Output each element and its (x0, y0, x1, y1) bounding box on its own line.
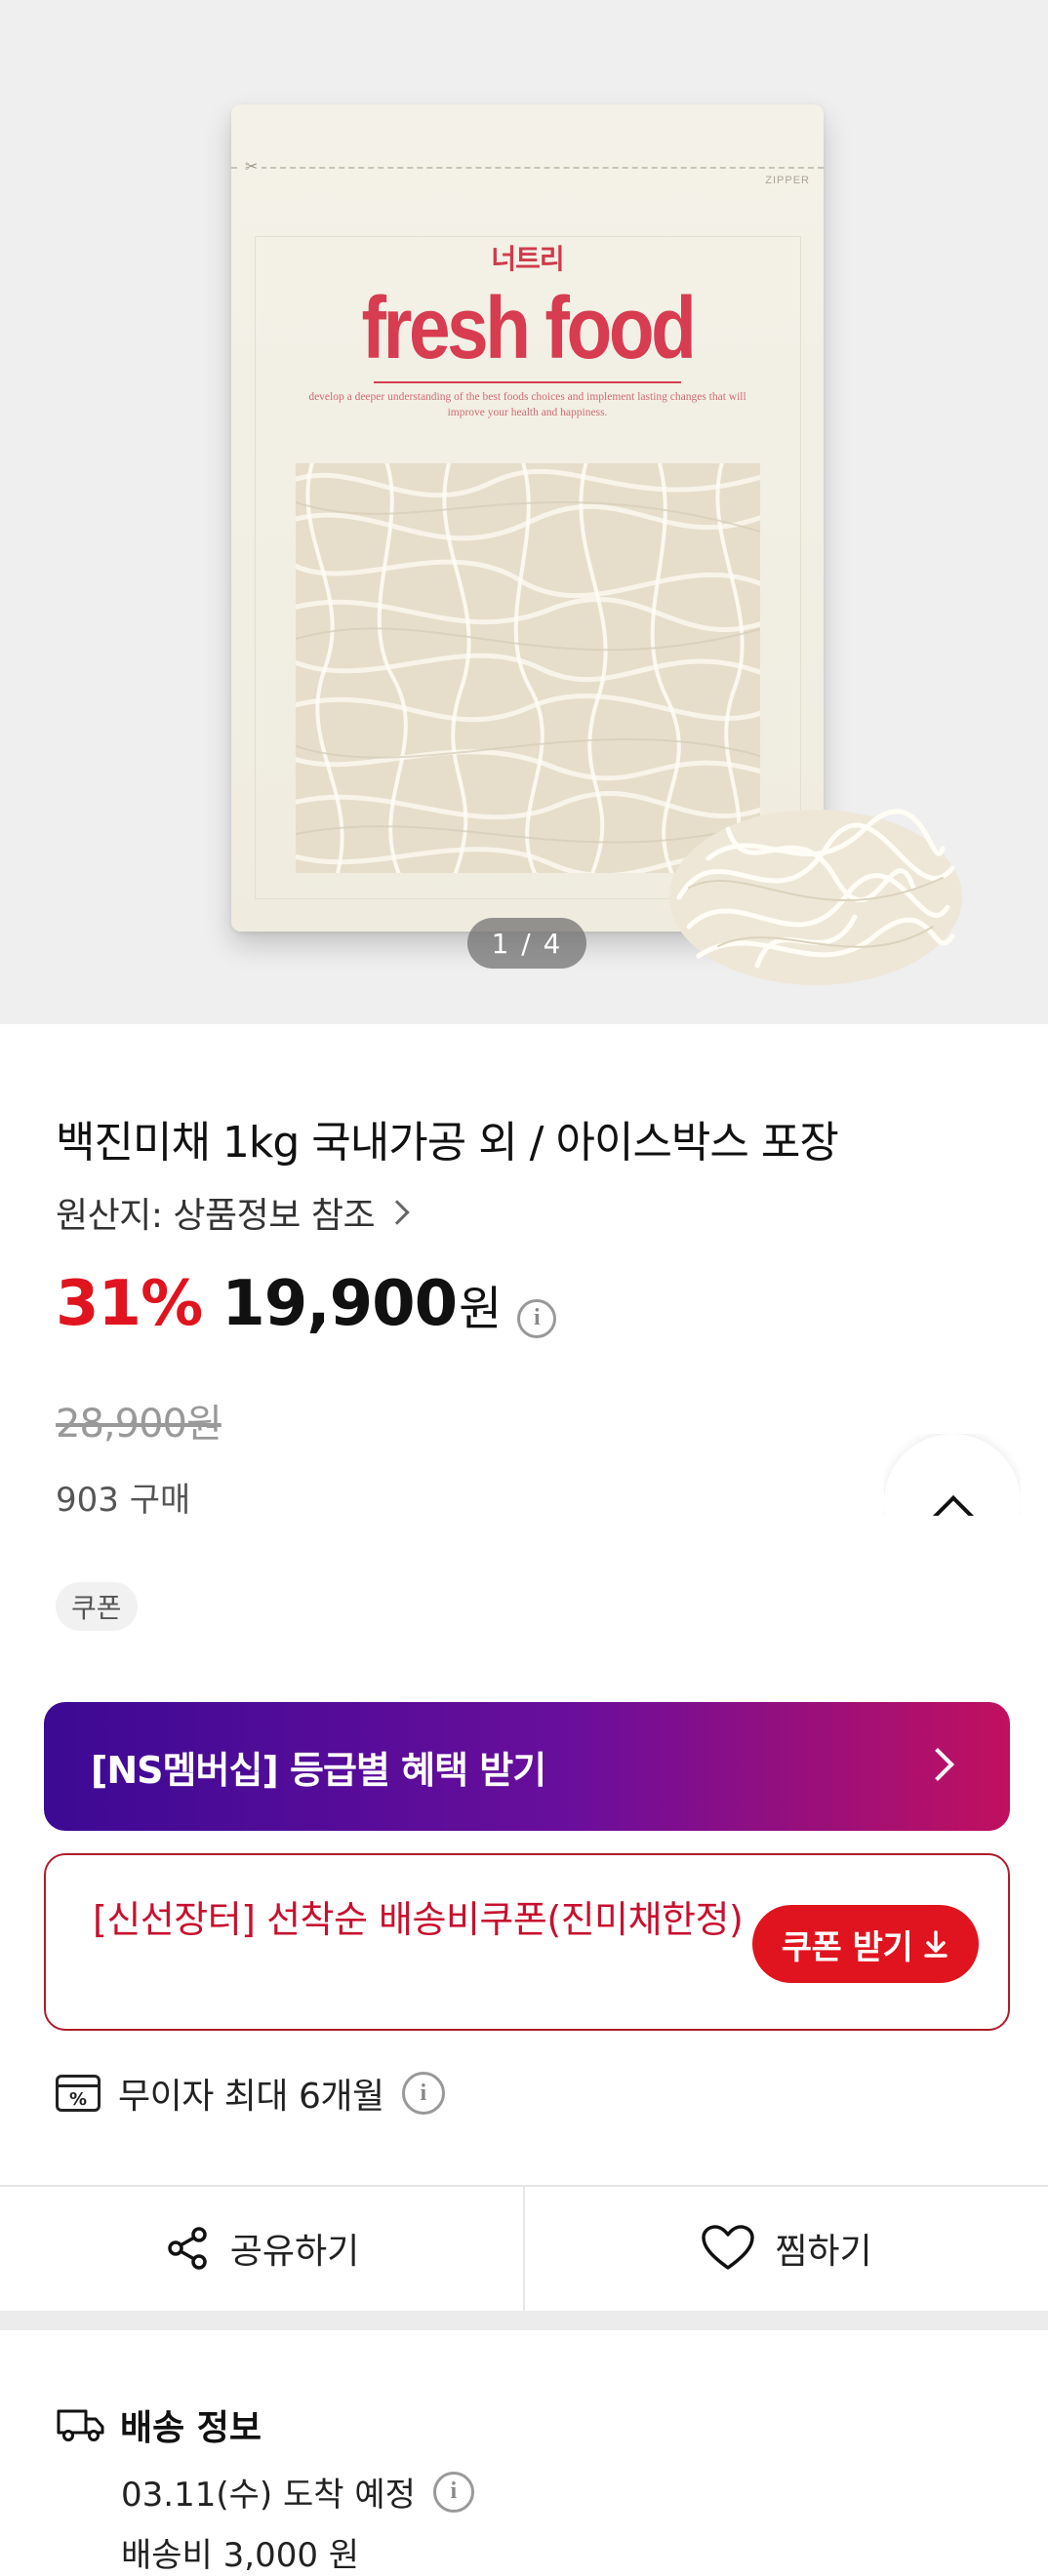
purchase-count: 903 구매 (56, 1481, 191, 1520)
product-image-carousel[interactable]: ✂ ZIPPER 너트리 fresh food develop a deeper… (0, 0, 1048, 1024)
membership-benefit-banner[interactable]: [NS멤버십] 등급별 혜택 받기 (44, 1702, 1010, 1831)
tear-line (231, 167, 824, 169)
share-icon (168, 2227, 207, 2270)
product-title: 백진미채 1kg 국내가공 외 / 아이스박스 포장 (56, 1118, 839, 1168)
share-label: 공유하기 (229, 2232, 360, 2272)
wish-label: 찜하기 (775, 2232, 872, 2272)
chevron-right-icon (921, 1748, 954, 1781)
delivery-heading: 배송 정보 (120, 2408, 262, 2448)
headline-rule (374, 381, 681, 383)
share-button[interactable]: 공유하기 (0, 2186, 523, 2311)
get-coupon-label: 쿠폰 받기 (781, 1927, 913, 1967)
delivery-section-heading: 배송 정보 (56, 2399, 262, 2450)
info-icon[interactable]: i (432, 2471, 474, 2513)
origin-label: 원산지: 상품정보 참조 (56, 1196, 376, 1236)
sale-price: 19,900 (222, 1268, 458, 1340)
truck-icon (57, 2409, 104, 2441)
brand-logo: 너트리 (491, 244, 564, 274)
chevron-right-icon (384, 1200, 410, 1225)
shipping-coupon-text: [신선장터] 선착순 배송비쿠폰(진미채한정) (93, 1898, 744, 1941)
scissor-icon: ✂ (241, 157, 262, 176)
delivery-date-row: 03.11(수) 도착 예정 i (121, 2468, 474, 2516)
image-pager: 1 / 4 (467, 918, 586, 969)
package-headline: fresh food (361, 280, 697, 377)
currency-unit: 원 (459, 1282, 503, 1336)
original-price: 28,900원 (56, 1402, 222, 1447)
download-icon (924, 1930, 947, 1958)
info-icon[interactable]: i (517, 1298, 557, 1338)
installment-label: 무이자 최대 6개월 (118, 2077, 384, 2117)
heart-icon (702, 2225, 755, 2270)
installment-info: % 무이자 최대 6개월 i (56, 2068, 445, 2119)
coupon-chip[interactable]: 쿠폰 (56, 1582, 138, 1631)
card-percent-icon: % (56, 2075, 101, 2112)
get-coupon-button[interactable]: 쿠폰 받기 (752, 1905, 979, 1983)
wish-button[interactable]: 찜하기 (523, 2186, 1048, 2311)
zipper-mark: ZIPPER (765, 175, 810, 186)
delivery-fee: 배송비 3,000 원 (121, 2536, 360, 2575)
scroll-to-top-button[interactable] (884, 1434, 1021, 1516)
noodle-pile-image (669, 809, 962, 985)
section-divider (0, 2311, 1048, 2330)
package-tagline: develop a deeper understanding of the be… (308, 391, 746, 418)
origin-link[interactable]: 원산지: 상품정보 참조 (56, 1187, 410, 1238)
shipping-coupon-card: [신선장터] 선착순 배송비쿠폰(진미채한정) 쿠폰 받기 (44, 1853, 1010, 2031)
discount-rate: 31% (56, 1268, 203, 1340)
delivery-date: 03.11(수) 도착 예정 (121, 2476, 416, 2515)
info-icon[interactable]: i (401, 2072, 445, 2115)
action-row: 공유하기 찜하기 (0, 2186, 1048, 2311)
membership-banner-label: [NS멤버십] 등급별 혜택 받기 (91, 1748, 546, 1792)
price-row: 31% 19,900 원 i (56, 1268, 557, 1340)
